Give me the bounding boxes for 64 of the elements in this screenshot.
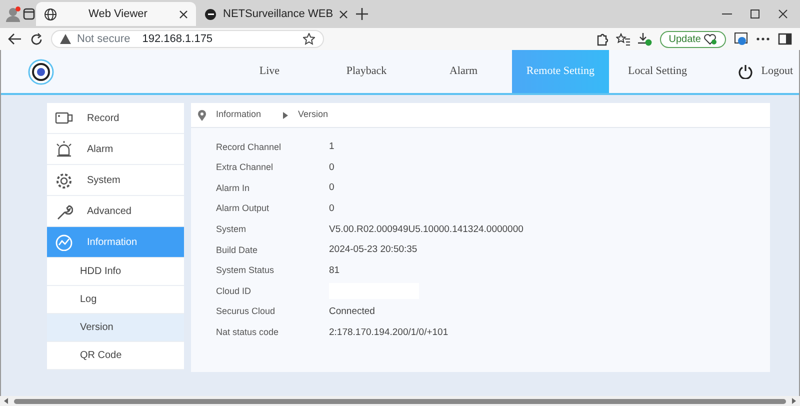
logout-button[interactable]: Logout bbox=[732, 50, 799, 93]
security-label: Not secure bbox=[77, 32, 130, 47]
globe-icon bbox=[44, 8, 57, 20]
tab-actions-icon[interactable] bbox=[22, 7, 36, 21]
info-label: Record Channel bbox=[216, 140, 282, 154]
update-button[interactable]: Update bbox=[660, 30, 726, 48]
info-value: 1 bbox=[329, 140, 334, 154]
activity-icon bbox=[55, 234, 73, 250]
info-value: 0 bbox=[329, 202, 334, 216]
star-icon[interactable] bbox=[302, 33, 315, 45]
maximize-icon[interactable] bbox=[750, 9, 760, 19]
browser-tab[interactable]: Web Viewer bbox=[36, 2, 196, 26]
wrench-icon bbox=[55, 202, 73, 220]
gear-icon bbox=[55, 172, 73, 188]
breadcrumb-item[interactable]: Information bbox=[216, 108, 262, 122]
power-icon bbox=[738, 64, 754, 79]
back-icon[interactable] bbox=[8, 33, 22, 45]
info-label: Build Date bbox=[216, 244, 259, 257]
browser-tab[interactable]: NETSurveillance WEB bbox=[196, 2, 356, 26]
scroll-right-icon[interactable] bbox=[792, 398, 796, 404]
info-label: Cloud ID bbox=[216, 284, 252, 298]
nav-tab[interactable]: Alarm bbox=[415, 50, 512, 93]
info-value: 0 bbox=[329, 160, 334, 175]
info-value: 2:178.170.194.200/1/0/+101 bbox=[329, 326, 448, 340]
nav-tab[interactable]: Local Setting bbox=[609, 50, 706, 93]
more-icon[interactable] bbox=[756, 37, 770, 41]
nav-tab[interactable]: Live bbox=[221, 50, 318, 93]
info-value: 0 bbox=[329, 181, 334, 196]
warning-icon bbox=[60, 34, 71, 44]
extensions-icon[interactable] bbox=[594, 32, 608, 46]
horizontal-scrollbar[interactable] bbox=[0, 396, 800, 406]
camera-logo-icon[interactable] bbox=[28, 58, 54, 84]
browser-logo-icon bbox=[204, 8, 217, 20]
favorites-icon[interactable] bbox=[616, 32, 630, 46]
url-text: 192.168.1.175 bbox=[142, 32, 213, 47]
caret-icon bbox=[283, 112, 288, 118]
info-value: V5.00.R02.000949U5.10000.141324.0000000 bbox=[329, 222, 524, 237]
address-bar[interactable]: Not secure 192.168.1.175 bbox=[51, 30, 324, 48]
info-value: Connected bbox=[329, 304, 375, 319]
info-value: 81 bbox=[329, 264, 340, 278]
location-pin-icon bbox=[198, 110, 206, 120]
ie-mode-icon[interactable] bbox=[734, 32, 748, 46]
scroll-left-icon[interactable] bbox=[4, 398, 8, 404]
info-label: Securus Cloud bbox=[216, 305, 276, 318]
info-label: Alarm Output bbox=[216, 202, 270, 216]
heart-icon bbox=[704, 33, 717, 45]
sidebar-icon[interactable] bbox=[778, 33, 792, 45]
info-label: System Status bbox=[216, 264, 276, 278]
sidebar-item[interactable]: Version bbox=[47, 314, 184, 342]
camera-icon bbox=[55, 110, 73, 126]
info-label: Nat status code bbox=[216, 326, 280, 339]
info-value: 2024-05-23 20:50:35 bbox=[329, 243, 418, 258]
refresh-icon[interactable] bbox=[30, 32, 43, 46]
close-icon[interactable] bbox=[339, 10, 348, 18]
info-label: Extra Channel bbox=[216, 161, 274, 174]
info-label: System bbox=[216, 222, 248, 236]
close-icon[interactable] bbox=[179, 10, 188, 18]
download-icon[interactable] bbox=[638, 32, 652, 46]
new-tab-icon[interactable] bbox=[356, 8, 368, 20]
siren-icon bbox=[55, 140, 73, 158]
close-icon[interactable] bbox=[778, 9, 788, 19]
info-label: Alarm In bbox=[216, 182, 251, 195]
nav-tab[interactable]: Playback bbox=[318, 50, 415, 93]
breadcrumb-item[interactable]: Version bbox=[298, 108, 328, 122]
